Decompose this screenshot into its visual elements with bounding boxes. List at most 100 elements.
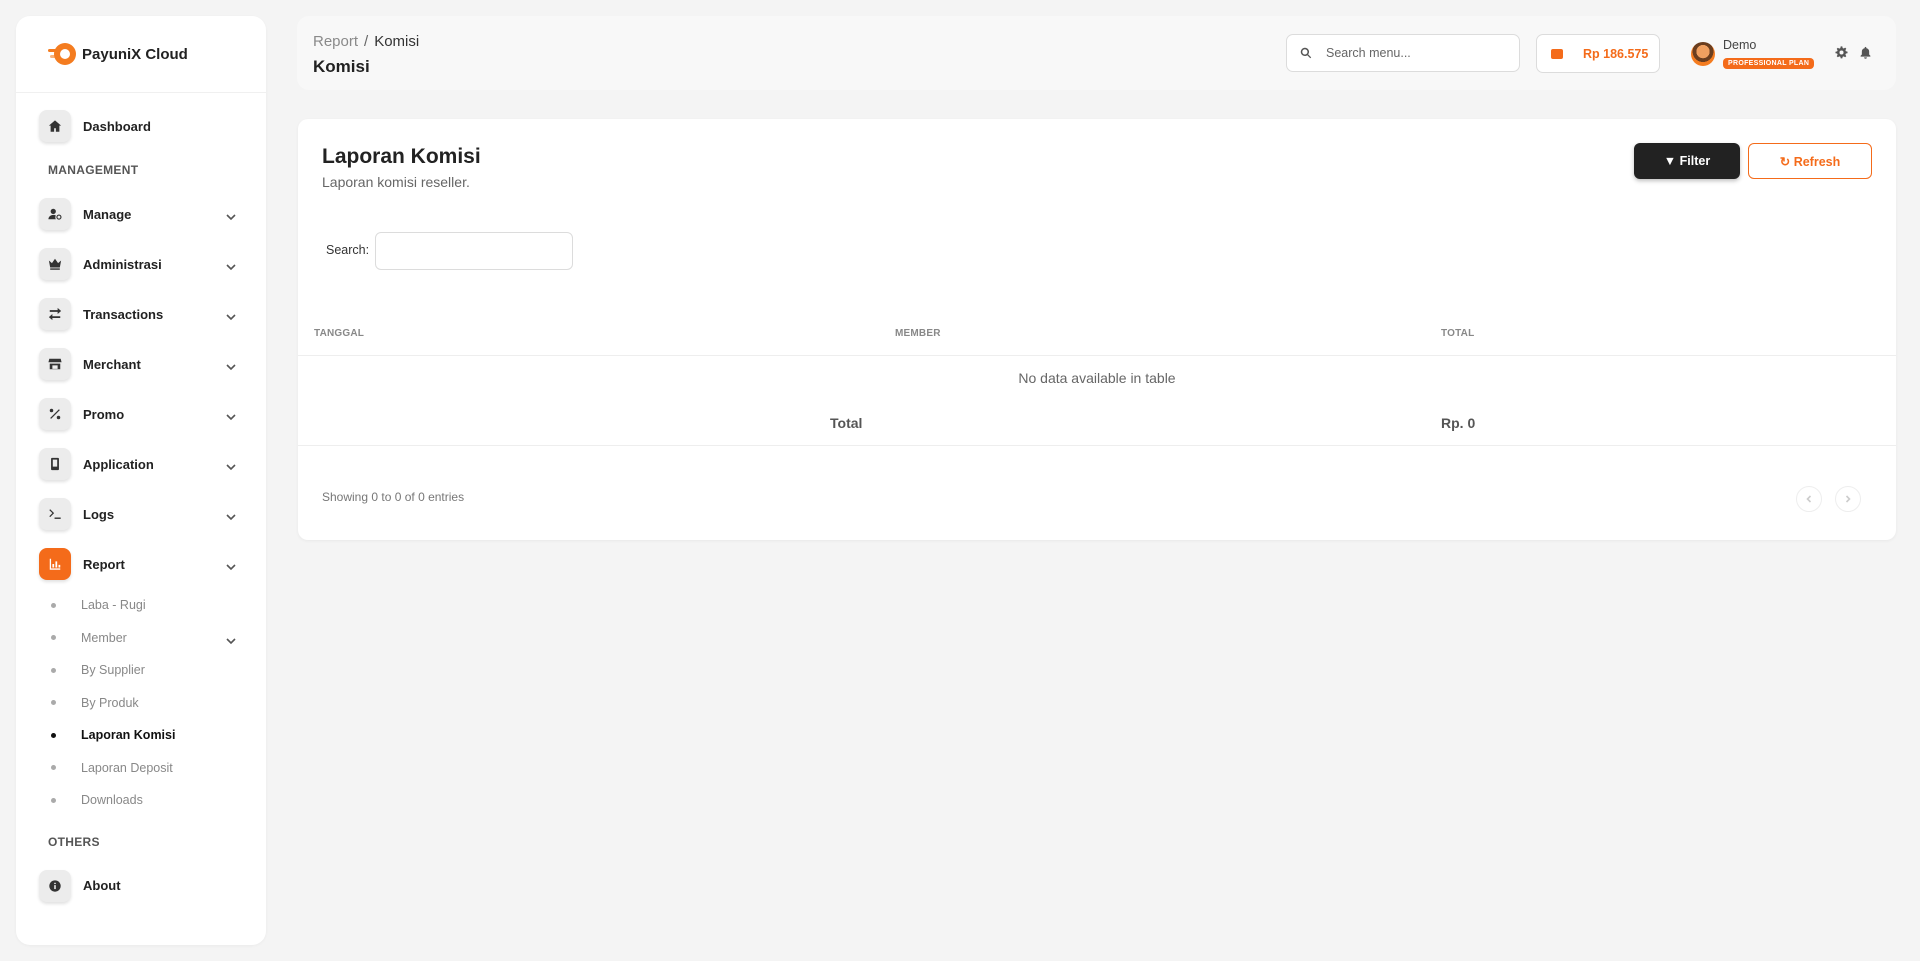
brand-name: PayuniX Cloud bbox=[82, 45, 188, 63]
submenu-item-label: Laba - Rugi bbox=[81, 598, 146, 613]
store-icon bbox=[39, 348, 71, 380]
user-gear-icon bbox=[39, 198, 71, 230]
wallet-icon bbox=[1551, 48, 1563, 59]
search-menu[interactable] bbox=[1286, 34, 1520, 72]
chevron-down-icon bbox=[226, 209, 236, 221]
bullet-icon bbox=[51, 667, 56, 673]
chart-icon bbox=[39, 548, 71, 580]
breadcrumb-parent[interactable]: Report bbox=[313, 33, 358, 50]
avatar bbox=[1691, 42, 1715, 66]
search-icon bbox=[1300, 47, 1312, 59]
section-title-management: MANAGEMENT bbox=[48, 163, 139, 177]
sidebar-item-logs[interactable]: Logs bbox=[16, 489, 266, 539]
balance-value: Rp 186.575 bbox=[1583, 46, 1649, 61]
empty-table-message: No data available in table bbox=[1018, 370, 1176, 386]
sidebar-item-about[interactable]: About bbox=[16, 861, 266, 911]
user-name: Demo bbox=[1723, 38, 1757, 52]
sidebar-item-merchant[interactable]: Merchant bbox=[16, 339, 266, 389]
sidebar-item-label: Application bbox=[83, 456, 154, 472]
submenu-item-member[interactable]: Member bbox=[51, 622, 266, 655]
report-submenu: Laba - Rugi Member By Supplier By Produk… bbox=[16, 589, 266, 817]
sidebar-item-promo[interactable]: Promo bbox=[16, 389, 266, 439]
refresh-button[interactable]: ↻ Refresh bbox=[1748, 143, 1872, 179]
divider bbox=[298, 355, 1896, 356]
filter-button-label: Filter bbox=[1679, 154, 1711, 168]
sidebar-item-application[interactable]: Application bbox=[16, 439, 266, 489]
brand[interactable]: PayuniX Cloud bbox=[16, 16, 266, 93]
plan-badge: PROFESSIONAL PLAN bbox=[1723, 58, 1815, 69]
pagination-next-button[interactable] bbox=[1835, 486, 1861, 512]
sidebar-item-label: Transactions bbox=[83, 306, 164, 322]
column-header-total[interactable]: TOTAL bbox=[1441, 328, 1474, 339]
topbar: Report / Komisi Komisi Rp 186.575 Demo PRO… bbox=[297, 16, 1896, 90]
filter-button[interactable]: ▼ Filter bbox=[1634, 143, 1740, 179]
sidebar: PayuniX Cloud Dashboard MANAGEMENT Manag… bbox=[16, 16, 266, 945]
bullet-icon bbox=[51, 797, 56, 803]
refresh-button-label: Refresh bbox=[1793, 154, 1841, 169]
bullet-icon bbox=[51, 700, 56, 706]
section-title-others: OTHERS bbox=[48, 834, 100, 849]
submenu-item-laporan-komisi[interactable]: Laporan Komisi bbox=[51, 719, 266, 752]
balance-button[interactable]: Rp 186.575 bbox=[1536, 34, 1660, 73]
submenu-item-laporan-deposit[interactable]: Laporan Deposit bbox=[51, 752, 266, 785]
filter-icon: ▼ bbox=[1663, 154, 1677, 168]
table-search-input[interactable] bbox=[375, 232, 573, 270]
sidebar-item-administrasi[interactable]: Administrasi bbox=[16, 239, 266, 289]
card-subtitle: Laporan komisi reseller. bbox=[322, 174, 470, 190]
home-icon bbox=[39, 110, 71, 142]
entries-info: Showing 0 to 0 of 0 entries bbox=[322, 490, 465, 504]
submenu-item-label: Member bbox=[81, 630, 127, 645]
chevron-down-icon bbox=[226, 633, 236, 644]
sidebar-nav: Dashboard MANAGEMENT Manage Administrasi… bbox=[16, 93, 266, 911]
submenu-item-label: By Supplier bbox=[81, 663, 145, 678]
submenu-item-by-supplier[interactable]: By Supplier bbox=[51, 654, 266, 687]
chevron-down-icon bbox=[226, 459, 236, 471]
percent-icon bbox=[39, 398, 71, 430]
breadcrumb-current: Komisi bbox=[374, 33, 420, 50]
bullet-icon bbox=[51, 635, 56, 641]
pagination-prev-button[interactable] bbox=[1796, 486, 1822, 512]
bullet-icon bbox=[51, 732, 56, 738]
sidebar-item-transactions[interactable]: Transactions bbox=[16, 289, 266, 339]
refresh-icon: ↻ bbox=[1779, 154, 1791, 169]
sidebar-item-dashboard[interactable]: Dashboard bbox=[16, 101, 266, 151]
submenu-item-label: By Produk bbox=[81, 695, 139, 710]
sidebar-item-manage[interactable]: Manage bbox=[16, 189, 266, 239]
column-header-member[interactable]: MEMBER bbox=[895, 328, 941, 339]
table-search-label: Search: bbox=[326, 243, 370, 257]
search-input[interactable] bbox=[1326, 46, 1496, 60]
card-title: Laporan Komisi bbox=[322, 145, 481, 168]
footer-total-label: Total bbox=[830, 415, 863, 431]
page-title: Komisi bbox=[313, 57, 370, 76]
sidebar-item-report[interactable]: Report bbox=[16, 539, 266, 589]
submenu-item-label: Laporan Komisi bbox=[81, 728, 176, 743]
chevron-down-icon bbox=[226, 509, 236, 521]
bullet-icon bbox=[51, 602, 56, 608]
arrows-exchange-icon bbox=[39, 298, 71, 330]
submenu-item-by-produk[interactable]: By Produk bbox=[51, 687, 266, 720]
submenu-item-label: Laporan Deposit bbox=[81, 760, 173, 775]
sidebar-item-label: Manage bbox=[83, 206, 132, 222]
chevron-down-icon bbox=[226, 309, 236, 321]
column-header-tanggal[interactable]: TANGGAL bbox=[314, 328, 364, 339]
bell-icon[interactable] bbox=[1859, 46, 1872, 59]
chevron-right-icon bbox=[1845, 495, 1851, 503]
user-menu[interactable]: Demo PROFESSIONAL PLAN bbox=[1691, 38, 1815, 70]
chevron-down-icon bbox=[226, 409, 236, 421]
submenu-item-laba-rugi[interactable]: Laba - Rugi bbox=[51, 589, 266, 622]
footer-total-value: Rp. 0 bbox=[1441, 415, 1476, 431]
chevron-left-icon bbox=[1806, 495, 1812, 503]
breadcrumb: Report / Komisi bbox=[313, 33, 419, 50]
submenu-item-label: Downloads bbox=[81, 793, 143, 808]
breadcrumb-separator: / bbox=[364, 33, 369, 50]
submenu-item-downloads[interactable]: Downloads bbox=[51, 784, 266, 817]
bullet-icon bbox=[51, 765, 56, 771]
sidebar-item-label: Report bbox=[83, 556, 125, 572]
gear-icon[interactable] bbox=[1835, 46, 1848, 59]
sidebar-item-label: Administrasi bbox=[83, 256, 162, 272]
chevron-down-icon bbox=[226, 259, 236, 271]
sidebar-item-label: Promo bbox=[83, 406, 125, 422]
mobile-icon bbox=[39, 448, 71, 480]
chevron-down-icon bbox=[226, 559, 236, 571]
chevron-down-icon bbox=[226, 359, 236, 371]
